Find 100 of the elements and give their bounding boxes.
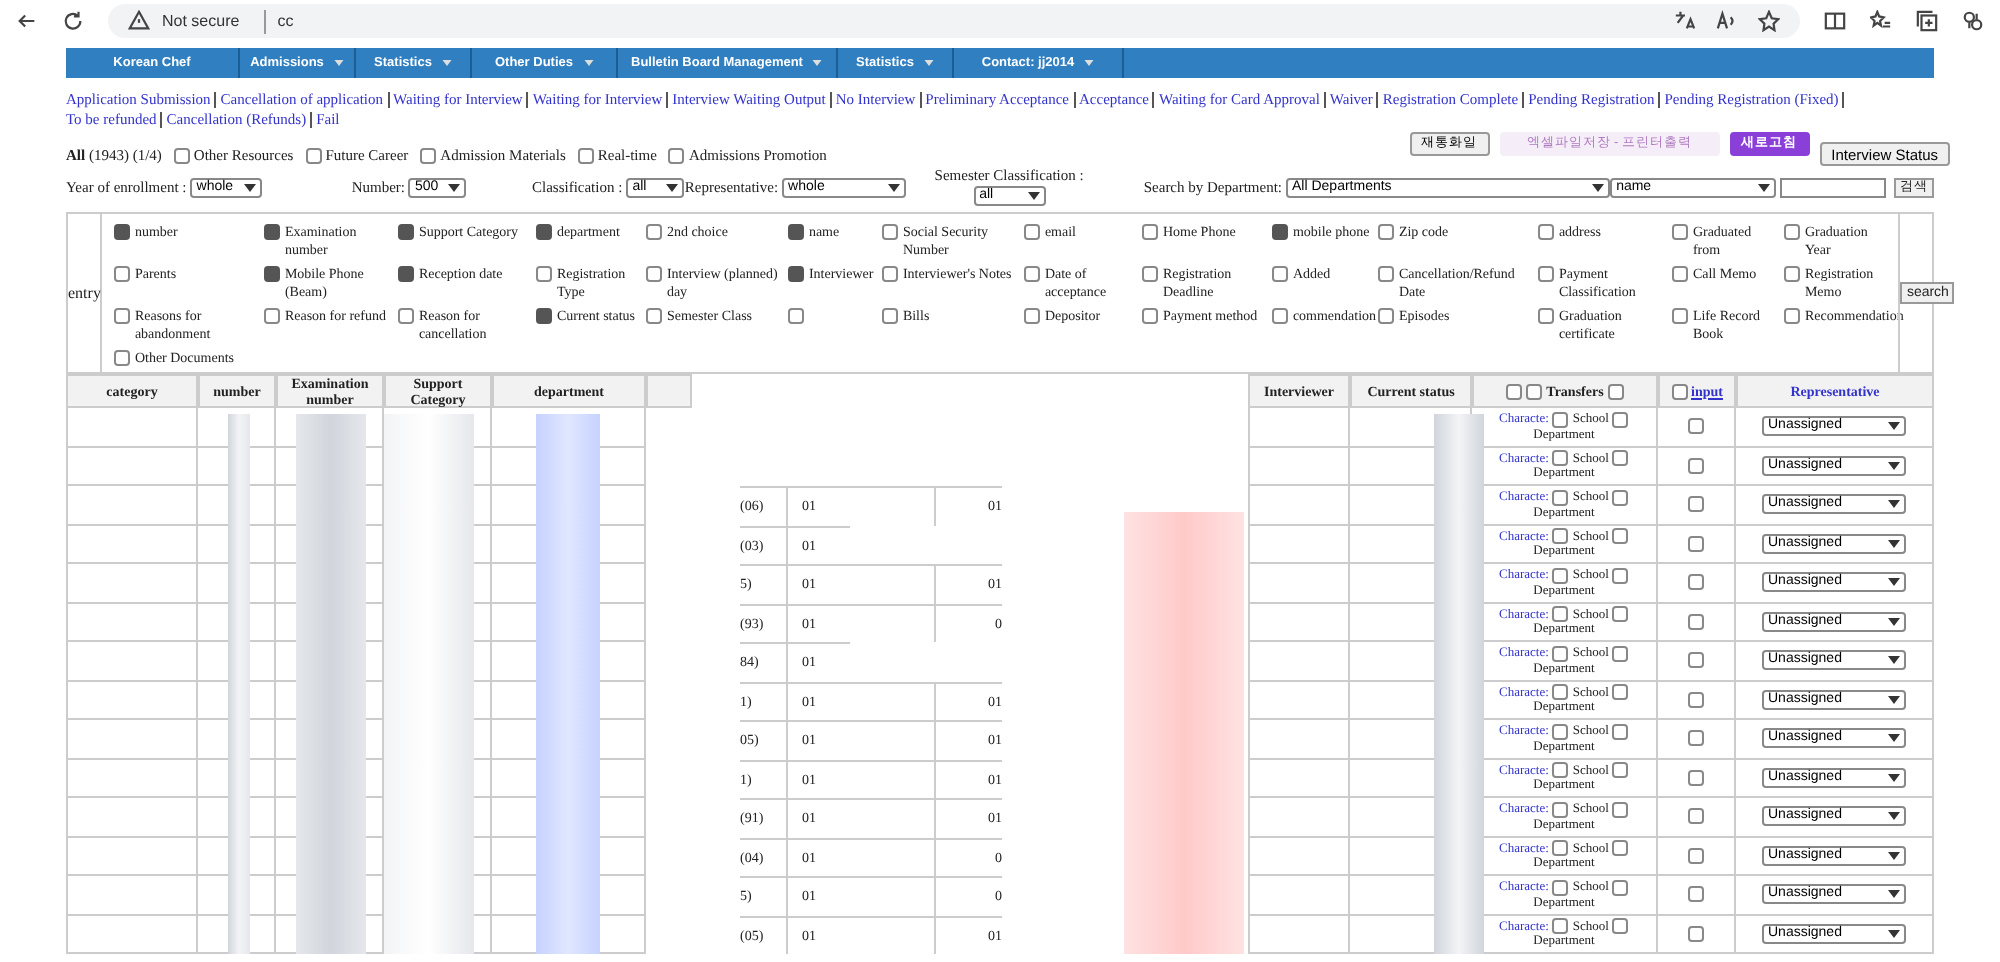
search-field[interactable]: [1779, 178, 1886, 198]
checkbox[interactable]: [1688, 496, 1704, 513]
checkbox[interactable]: [1612, 645, 1629, 662]
checkbox[interactable]: [1612, 684, 1629, 701]
checkbox[interactable]: [1142, 224, 1159, 240]
checkbox[interactable]: [1612, 489, 1629, 506]
checkbox[interactable]: [1612, 567, 1629, 584]
checkbox[interactable]: [788, 266, 805, 282]
checkbox[interactable]: [1688, 808, 1704, 825]
checkbox[interactable]: [1784, 266, 1801, 282]
checkbox[interactable]: [1506, 383, 1523, 399]
checkbox[interactable]: [1552, 723, 1569, 740]
checkbox[interactable]: [646, 308, 663, 324]
split-screen-icon[interactable]: [1824, 10, 1846, 32]
checkbox[interactable]: [173, 147, 190, 164]
checkbox[interactable]: [1612, 450, 1629, 467]
checkbox[interactable]: [1671, 383, 1688, 399]
checkbox[interactable]: [1688, 574, 1704, 591]
checkbox[interactable]: [1378, 224, 1395, 240]
checkbox[interactable]: [646, 266, 663, 282]
checkbox[interactable]: [788, 224, 805, 240]
checkbox[interactable]: [114, 266, 131, 282]
checkbox[interactable]: [1526, 383, 1543, 399]
checkbox[interactable]: [398, 308, 415, 324]
checkbox[interactable]: [1612, 762, 1629, 779]
translate-icon[interactable]: [1674, 10, 1696, 32]
favorites-icon[interactable]: [1870, 10, 1892, 32]
checkbox[interactable]: [264, 308, 281, 324]
checkbox[interactable]: [1538, 266, 1555, 282]
checkbox[interactable]: [1142, 308, 1159, 324]
checkbox[interactable]: [1612, 411, 1629, 428]
checkbox[interactable]: [420, 147, 437, 164]
checkbox[interactable]: [1688, 613, 1704, 630]
checkbox[interactable]: [646, 224, 663, 240]
checkbox[interactable]: [1378, 308, 1395, 324]
reload-icon[interactable]: [62, 10, 84, 32]
checkbox[interactable]: [1784, 308, 1801, 324]
checkbox[interactable]: [1552, 840, 1569, 857]
checkbox[interactable]: [1272, 224, 1289, 240]
checkbox[interactable]: [1672, 266, 1689, 282]
checkbox[interactable]: [1538, 308, 1555, 324]
checkbox[interactable]: [1538, 224, 1555, 240]
checkbox[interactable]: [1612, 528, 1629, 545]
checkbox[interactable]: [1607, 383, 1624, 399]
checkbox[interactable]: [1272, 266, 1289, 282]
checkbox[interactable]: [668, 147, 685, 164]
checkbox[interactable]: [1688, 652, 1704, 669]
checkbox[interactable]: [1688, 535, 1704, 552]
checkbox[interactable]: [536, 224, 553, 240]
checkbox[interactable]: [1552, 528, 1569, 545]
back-arrow-icon[interactable]: [16, 10, 38, 32]
checkbox[interactable]: [264, 266, 281, 282]
checkbox[interactable]: [1552, 684, 1569, 701]
checkbox[interactable]: [398, 266, 415, 282]
checkbox[interactable]: [1552, 489, 1569, 506]
address-bar[interactable]: Not secure cc: [108, 4, 1800, 38]
checkbox[interactable]: [1378, 266, 1395, 282]
checkbox[interactable]: [1688, 769, 1704, 786]
checkbox[interactable]: [882, 224, 899, 240]
checkbox[interactable]: [264, 224, 281, 240]
collections-icon[interactable]: [1916, 10, 1938, 32]
checkbox[interactable]: [1552, 411, 1569, 428]
checkbox[interactable]: [1612, 918, 1629, 935]
checkbox[interactable]: [305, 147, 322, 164]
checkbox[interactable]: [1024, 308, 1041, 324]
checkbox[interactable]: [1024, 224, 1041, 240]
checkbox[interactable]: [1688, 418, 1704, 435]
checkbox[interactable]: [1688, 886, 1704, 903]
checkbox[interactable]: [1612, 840, 1629, 857]
read-aloud-icon[interactable]: [1716, 10, 1738, 32]
checkbox[interactable]: [1672, 224, 1689, 240]
checkbox[interactable]: [1672, 308, 1689, 324]
checkbox[interactable]: [1552, 762, 1569, 779]
checkbox[interactable]: [1552, 801, 1569, 818]
checkbox[interactable]: [788, 308, 805, 324]
checkbox[interactable]: [1612, 879, 1629, 896]
checkbox[interactable]: [536, 266, 553, 282]
checkbox[interactable]: [1612, 801, 1629, 818]
checkbox[interactable]: [1552, 567, 1569, 584]
checkbox[interactable]: [114, 308, 131, 324]
star-icon[interactable]: [1758, 10, 1780, 32]
checkbox[interactable]: [536, 308, 553, 324]
checkbox[interactable]: [1552, 645, 1569, 662]
checkbox[interactable]: [1688, 730, 1704, 747]
checkbox[interactable]: [1272, 308, 1289, 324]
checkbox[interactable]: [114, 224, 131, 240]
checkbox[interactable]: [577, 147, 594, 164]
checkbox[interactable]: [1688, 847, 1704, 864]
checkbox[interactable]: [398, 224, 415, 240]
checkbox[interactable]: [1612, 606, 1629, 623]
checkbox[interactable]: [882, 266, 899, 282]
checkbox[interactable]: [1142, 266, 1159, 282]
checkbox[interactable]: [1552, 450, 1569, 467]
checkbox[interactable]: [1552, 879, 1569, 896]
checkbox[interactable]: [1024, 266, 1041, 282]
checkbox[interactable]: [1552, 918, 1569, 935]
checkbox[interactable]: [1688, 457, 1704, 474]
checkbox[interactable]: [1784, 224, 1801, 240]
checkbox[interactable]: [882, 308, 899, 324]
checkbox[interactable]: [114, 350, 131, 366]
